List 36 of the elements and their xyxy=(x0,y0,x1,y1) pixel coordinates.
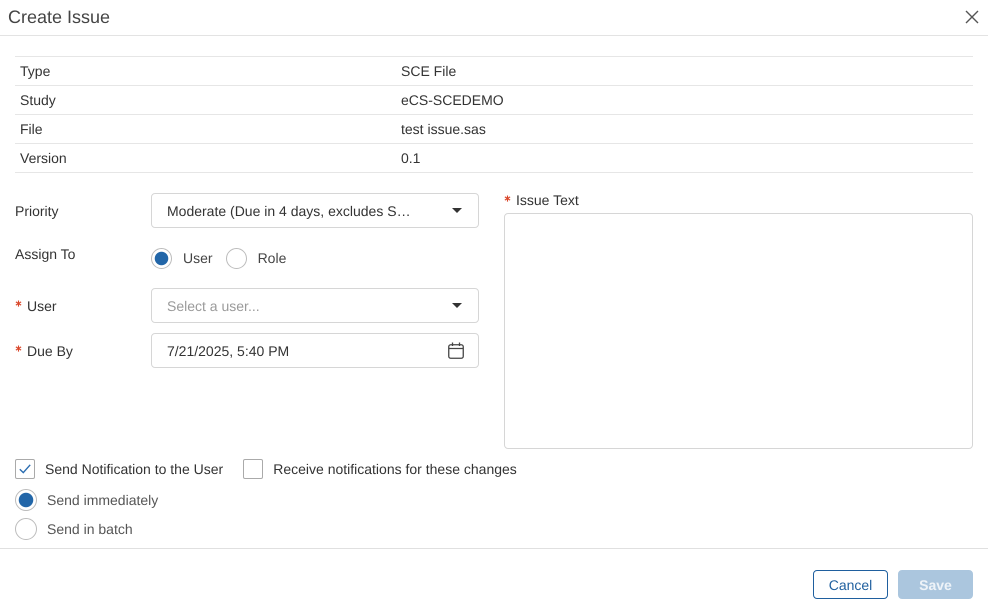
radio-label: Send in batch xyxy=(47,521,133,537)
radio-button[interactable] xyxy=(15,518,37,540)
calendar-icon xyxy=(448,342,464,359)
detail-value: eCS-SCEDEMO xyxy=(401,92,504,108)
radio-label: Send immediately xyxy=(47,492,158,508)
field-label: Assign To xyxy=(15,246,76,262)
issue-text-field[interactable] xyxy=(504,213,973,449)
field-label: Due By xyxy=(27,342,73,358)
close-icon xyxy=(965,10,979,24)
checkbox-label: Receive notifications for these changes xyxy=(273,461,517,477)
detail-label: Study xyxy=(19,92,57,108)
field-label: Issue Text xyxy=(516,192,579,208)
date-field[interactable]: 7/21/2025, 5:40 PM xyxy=(151,333,479,368)
radio-button[interactable] xyxy=(15,489,37,511)
caret-icon xyxy=(452,208,462,213)
radio-label: Role xyxy=(258,250,286,266)
radio-button[interactable] xyxy=(226,248,247,268)
dialog-title: Create Issue xyxy=(8,7,110,28)
cancel-button[interactable]: Cancel xyxy=(813,570,888,599)
detail-label: Version xyxy=(19,150,68,166)
field-label: User xyxy=(27,298,57,314)
detail-value: 0.1 xyxy=(401,150,420,166)
detail-value: test issue.sas xyxy=(401,121,486,137)
select-field[interactable]: Moderate (Due in 4 days, excludes S… xyxy=(151,193,479,228)
checkbox[interactable] xyxy=(15,459,35,479)
detail-label: Type xyxy=(19,63,52,79)
checkbox[interactable] xyxy=(243,459,264,479)
checkbox-label: Send Notification to the User xyxy=(45,461,224,477)
field-label: Priority xyxy=(15,202,59,218)
caret-icon xyxy=(452,303,462,308)
close-button[interactable] xyxy=(965,10,979,24)
detail-value: SCE File xyxy=(401,63,456,79)
radio-label: User xyxy=(183,250,213,266)
radio-button[interactable] xyxy=(151,248,172,268)
checkmark-icon xyxy=(19,464,31,474)
detail-label: File xyxy=(19,121,44,137)
